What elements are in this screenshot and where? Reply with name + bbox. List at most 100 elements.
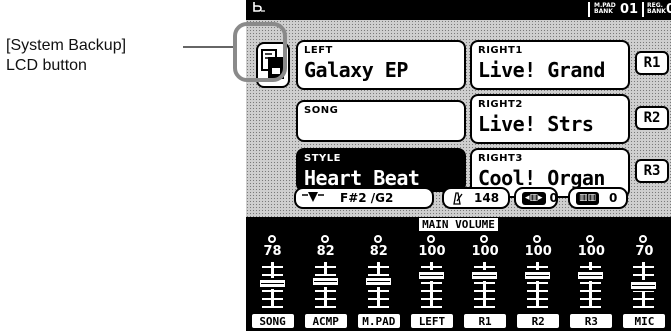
- song-part-label: SONG: [304, 105, 339, 116]
- song-box[interactable]: SONG: [296, 100, 466, 142]
- fader-tick: [314, 298, 336, 300]
- fader-tick: [580, 290, 602, 292]
- fader-tick: [420, 306, 442, 308]
- fader-tick: [527, 266, 549, 268]
- style-part-label: STYLE: [304, 153, 341, 164]
- right3-part-label: RIGHT3: [478, 153, 523, 164]
- fader-tick: [261, 274, 283, 276]
- mixer-channel[interactable]: 100 LEFT: [408, 232, 456, 331]
- fader-tick: [474, 290, 496, 292]
- left-voice-name: Galaxy EP: [304, 58, 408, 82]
- channel-volume-value: 82: [316, 244, 335, 259]
- fader-knob[interactable]: [576, 270, 606, 282]
- fader-track: [536, 262, 540, 308]
- right1-voice-box[interactable]: RIGHT1 Live! Grand: [470, 40, 630, 90]
- transpose-display[interactable]: ◂▥▸ 0: [514, 187, 558, 209]
- metronome-icon: [453, 191, 463, 205]
- right2-voice-name: Live! Strs: [478, 112, 594, 136]
- channel-volume-value: 100: [524, 244, 552, 259]
- fader-knob[interactable]: [363, 276, 393, 287]
- channel-label-button[interactable]: R2: [516, 313, 561, 329]
- r2-button[interactable]: R2: [635, 106, 669, 130]
- split-point-value: F#2 /G2: [340, 191, 394, 205]
- fader-tick: [580, 266, 602, 268]
- tempo-value: 148: [474, 191, 500, 205]
- r1-button[interactable]: R1: [635, 51, 669, 75]
- left-part-label: LEFT: [304, 45, 333, 56]
- fader-tick: [580, 306, 602, 308]
- fader-tick: [633, 266, 655, 268]
- fader-tick: [474, 282, 496, 284]
- callout-line-2: LCD button: [6, 57, 87, 74]
- fader-tick: [633, 306, 655, 308]
- lcd-top-bar: M.PAD BANK 01 REG. BANK 01: [246, 0, 671, 20]
- channel-indicator-icon: [480, 235, 489, 243]
- fader-tick: [527, 290, 549, 292]
- channel-label-button[interactable]: R1: [463, 313, 508, 329]
- fader-tick: [261, 290, 283, 292]
- fader-tick: [420, 266, 442, 268]
- channel-label-button[interactable]: R3: [569, 313, 614, 329]
- bank-separator: [642, 2, 644, 17]
- fader-knob[interactable]: [310, 276, 340, 287]
- fader-track: [429, 262, 433, 308]
- channel-label-button[interactable]: ACMP: [303, 313, 348, 329]
- channel-label-button[interactable]: SONG: [250, 313, 295, 329]
- channel-indicator-icon: [320, 235, 329, 243]
- channel-label-button[interactable]: MIC: [622, 313, 667, 329]
- channel-label-button[interactable]: LEFT: [409, 313, 454, 329]
- mixer-channel[interactable]: 78 SONG: [249, 232, 297, 331]
- reg-bank-number: 01: [666, 2, 671, 17]
- channel-volume-value: 82: [369, 244, 388, 259]
- fader-tick: [314, 306, 336, 308]
- channel-volume-value: 100: [471, 244, 499, 259]
- mpad-bank-label: M.PAD BANK: [594, 2, 616, 15]
- mixer-channel[interactable]: 82 ACMP: [302, 232, 350, 331]
- channel-indicator-icon: [426, 235, 435, 243]
- fader-tick: [314, 290, 336, 292]
- channel-indicator-icon: [533, 235, 542, 243]
- fader-tick: [261, 266, 283, 268]
- style-box[interactable]: STYLE Heart Beat: [296, 148, 466, 192]
- bank-separator: [588, 2, 590, 17]
- channel-indicator-icon: [267, 235, 276, 243]
- channel-indicator-icon: [373, 235, 382, 243]
- mixer-channel[interactable]: 70 MIC: [620, 232, 668, 331]
- right1-part-label: RIGHT1: [478, 45, 523, 56]
- fader-track: [483, 262, 487, 308]
- fader-tick: [420, 290, 442, 292]
- keyboard-icon: ▥▥: [576, 191, 600, 205]
- mixer-channel[interactable]: 82 M.PAD: [355, 232, 403, 331]
- fader-knob[interactable]: [629, 280, 659, 291]
- mixer-channel[interactable]: 100 R3: [567, 232, 615, 331]
- fader-knob[interactable]: [257, 277, 287, 289]
- callout-line-1: [System Backup]: [6, 37, 127, 54]
- fader-tick: [367, 298, 389, 300]
- fader-knob[interactable]: [523, 270, 553, 282]
- channel-volume-value: 100: [577, 244, 605, 259]
- channel-label-button[interactable]: M.PAD: [356, 313, 401, 329]
- fader-tick: [420, 298, 442, 300]
- mixer-channel[interactable]: 100 R1: [461, 232, 509, 331]
- r3-button[interactable]: R3: [635, 159, 669, 183]
- lcd-screen: M.PAD BANK 01 REG. BANK 01 LEFT Galaxy E…: [246, 0, 671, 331]
- flat-music-icon: [253, 2, 265, 12]
- left-voice-box[interactable]: LEFT Galaxy EP: [296, 40, 466, 90]
- right2-voice-box[interactable]: RIGHT2 Live! Strs: [470, 94, 630, 144]
- callout-leader-line: [183, 46, 235, 48]
- octave-display[interactable]: ▥▥ 0: [568, 187, 628, 209]
- right1-voice-name: Live! Grand: [478, 58, 605, 82]
- fader-tick: [474, 298, 496, 300]
- fader-tick: [367, 266, 389, 268]
- channel-indicator-icon: [586, 235, 595, 243]
- mixer-channel[interactable]: 100 R2: [514, 232, 562, 331]
- channel-indicator-icon: [639, 235, 648, 243]
- fader-knob[interactable]: [416, 270, 446, 282]
- split-point-display[interactable]: F#2 /G2: [294, 187, 434, 209]
- fader-knob[interactable]: [470, 270, 500, 282]
- fader-tick: [633, 298, 655, 300]
- channel-volume-value: 70: [635, 244, 654, 259]
- callout-label: [System Backup] LCD button: [6, 36, 126, 76]
- tempo-display[interactable]: 148: [442, 187, 510, 209]
- transpose-value: 0: [549, 191, 558, 205]
